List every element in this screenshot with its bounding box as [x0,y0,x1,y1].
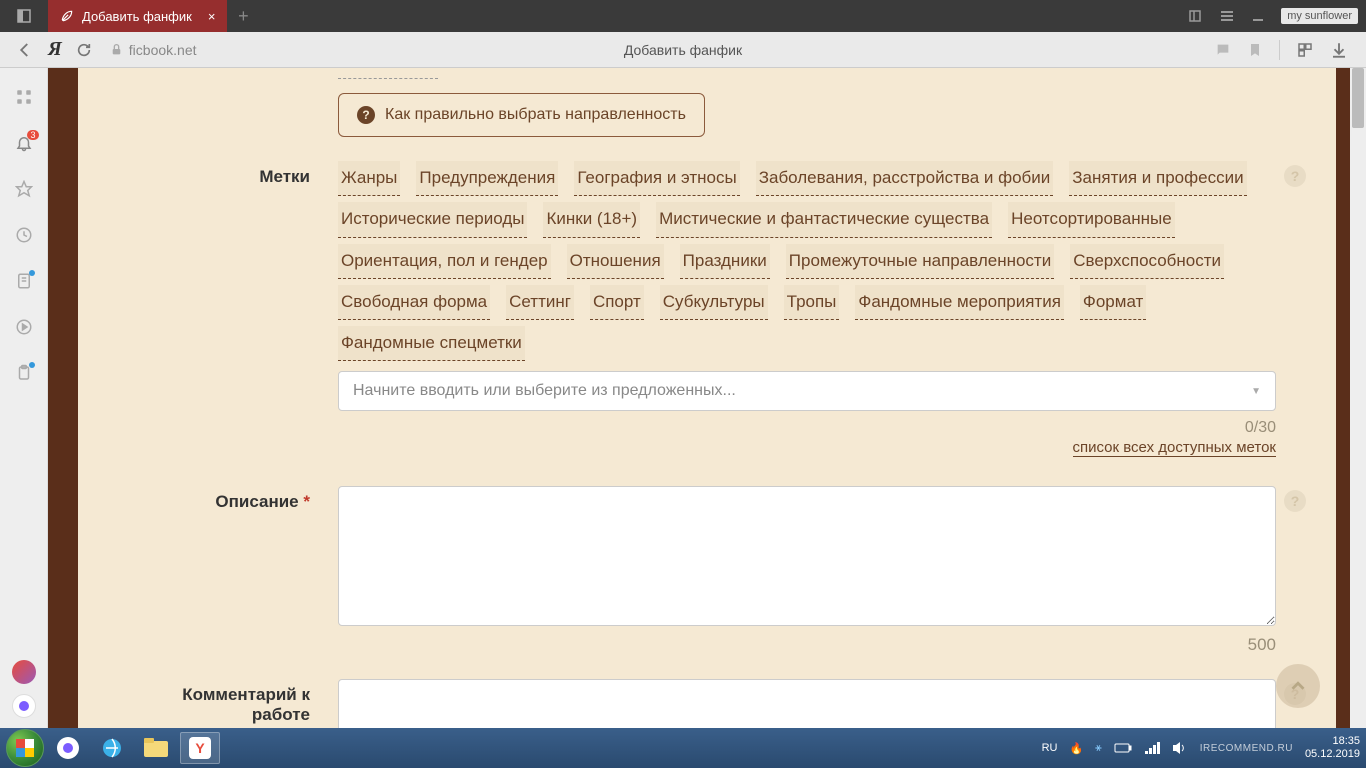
tags-select[interactable]: Начните вводить или выберите из предложе… [338,371,1276,411]
extensions-icon[interactable] [1296,41,1314,59]
tag-category-link[interactable]: Фандомные мероприятия [855,285,1064,320]
scrollbar-track[interactable] [1350,68,1366,728]
tag-category-link[interactable]: Сеттинг [506,285,574,320]
tag-category-link[interactable]: Занятия и профессии [1069,161,1246,196]
taskbar-tray-battery-icon[interactable] [1114,742,1132,754]
tab-title: Добавить фанфик [82,9,192,24]
sidebar-app1-icon[interactable] [12,660,36,684]
new-tab-button[interactable]: + [227,0,259,32]
tags-counter: 0/30 [338,419,1276,437]
url-text: ficbook.net [129,42,197,58]
tag-category-link[interactable]: Заболевания, расстройства и фобии [756,161,1054,196]
chevron-down-icon: ▼ [1251,386,1261,397]
feedback-icon[interactable] [1215,42,1231,58]
browser-tab-active[interactable]: Добавить фанфик × [48,0,227,32]
tag-category-link[interactable]: Промежуточные направленности [786,244,1054,279]
label-description: Описание * [138,486,338,655]
minimize-icon[interactable] [1251,9,1265,23]
sidebar-alice-icon[interactable] [12,694,36,718]
tag-category-link[interactable]: Формат [1080,285,1146,320]
tab-close-icon[interactable]: × [208,9,216,24]
watermark: IRECOMMEND.RU [1200,743,1293,754]
page-content: ? Как правильно выбрать направленность М… [48,68,1366,728]
tag-category-link[interactable]: Ориентация, пол и гендер [338,244,551,279]
sidebar-media-icon[interactable] [15,318,33,336]
label-comment: Комментарий к работе [138,679,338,728]
taskbar-tray-fire-icon[interactable]: 🔥 [1069,742,1083,755]
app-icon[interactable] [0,0,48,32]
description-counter: 500 [338,635,1276,655]
tag-category-link[interactable]: Сверхспособности [1070,244,1224,279]
tags-select-placeholder: Начните вводить или выберите из предложе… [353,382,736,400]
menu-icon[interactable] [1219,8,1235,24]
sidebar-clipboard-icon[interactable] [15,364,33,382]
page-title-center: Добавить фанфик [624,42,742,58]
sidebar-bookmarks-icon[interactable] [15,180,33,198]
feather-icon [60,9,74,23]
taskbar-yandex-icon[interactable] [48,732,88,764]
help-icon[interactable]: ? [1284,490,1306,512]
taskbar-explorer-icon[interactable] [136,732,176,764]
tag-category-link[interactable]: Праздники [680,244,770,279]
comment-textarea[interactable] [338,679,1276,728]
divider [1279,40,1280,60]
user-badge[interactable]: my sunflower [1281,8,1358,24]
tag-category-link[interactable]: Предупреждения [416,161,558,196]
tag-category-link[interactable]: Кинки (18+) [543,202,640,237]
reload-button[interactable] [76,42,92,58]
tag-category-link[interactable]: Мистические и фантастические существа [656,202,992,237]
sidebar-notes-icon[interactable] [15,272,33,290]
bookmark-icon[interactable] [1247,42,1263,58]
tag-category-cloud: Жанры Предупреждения География и этносы Заб… [338,161,1276,361]
taskbar-clock[interactable]: 18:35 05.12.2019 [1305,735,1360,761]
scrollbar-thumb[interactable] [1352,68,1364,128]
tag-category-link[interactable]: Свободная форма [338,285,490,320]
scroll-top-button[interactable] [1276,664,1320,708]
sidebar-services-icon[interactable] [15,88,33,106]
tag-category-link[interactable]: География и этносы [574,161,739,196]
yandex-logo-icon[interactable]: Я [48,38,62,61]
taskbar-tray-bluetooth-icon[interactable]: ⚹ [1095,742,1102,755]
direction-hint-box[interactable]: ? Как правильно выбрать направленность [338,93,705,137]
tag-category-link[interactable]: Тропы [784,285,840,320]
tag-category-link[interactable]: Спорт [590,285,644,320]
window-titlebar: Добавить фанфик × + my sunflower [0,0,1366,32]
tag-category-link[interactable]: Отношения [567,244,664,279]
windows-taskbar: Y RU 🔥 ⚹ IRECOMMEND.RU 18:35 05.12.2019 [0,728,1366,768]
downloads-icon[interactable] [1330,41,1348,59]
hint-text: Как правильно выбрать направленность [385,106,686,124]
all-tags-link[interactable]: список всех доступных меток [1073,439,1276,457]
help-icon[interactable]: ? [1284,165,1306,187]
question-icon: ? [357,106,375,124]
taskbar-lang[interactable]: RU [1042,742,1058,754]
dashed-indicator [338,78,438,79]
collections-icon[interactable] [1187,8,1203,24]
url-field[interactable]: ficbook.net [110,42,197,58]
tag-category-link[interactable]: Субкультуры [660,285,768,320]
start-button[interactable] [6,729,44,767]
tag-category-link[interactable]: Жанры [338,161,400,196]
tag-category-link[interactable]: Исторические периоды [338,202,527,237]
browser-sidebar: 3 [0,68,48,728]
address-bar: Я ficbook.net Добавить фанфик [0,32,1366,68]
lock-icon [110,43,123,56]
sidebar-history-icon[interactable] [15,226,33,244]
back-button[interactable] [16,41,34,59]
description-textarea[interactable] [338,486,1276,626]
taskbar-browser-active[interactable]: Y [180,732,220,764]
tag-category-link[interactable]: Фандомные спецметки [338,326,525,361]
label-tags: Метки [138,161,338,456]
taskbar-tray-network-icon[interactable] [1144,741,1160,755]
notification-badge: 3 [27,130,38,140]
sidebar-notifications-icon[interactable]: 3 [15,134,33,152]
taskbar-ie-icon[interactable] [92,732,132,764]
tag-category-link[interactable]: Неотсортированные [1008,202,1175,237]
taskbar-tray-volume-icon[interactable] [1172,741,1188,755]
